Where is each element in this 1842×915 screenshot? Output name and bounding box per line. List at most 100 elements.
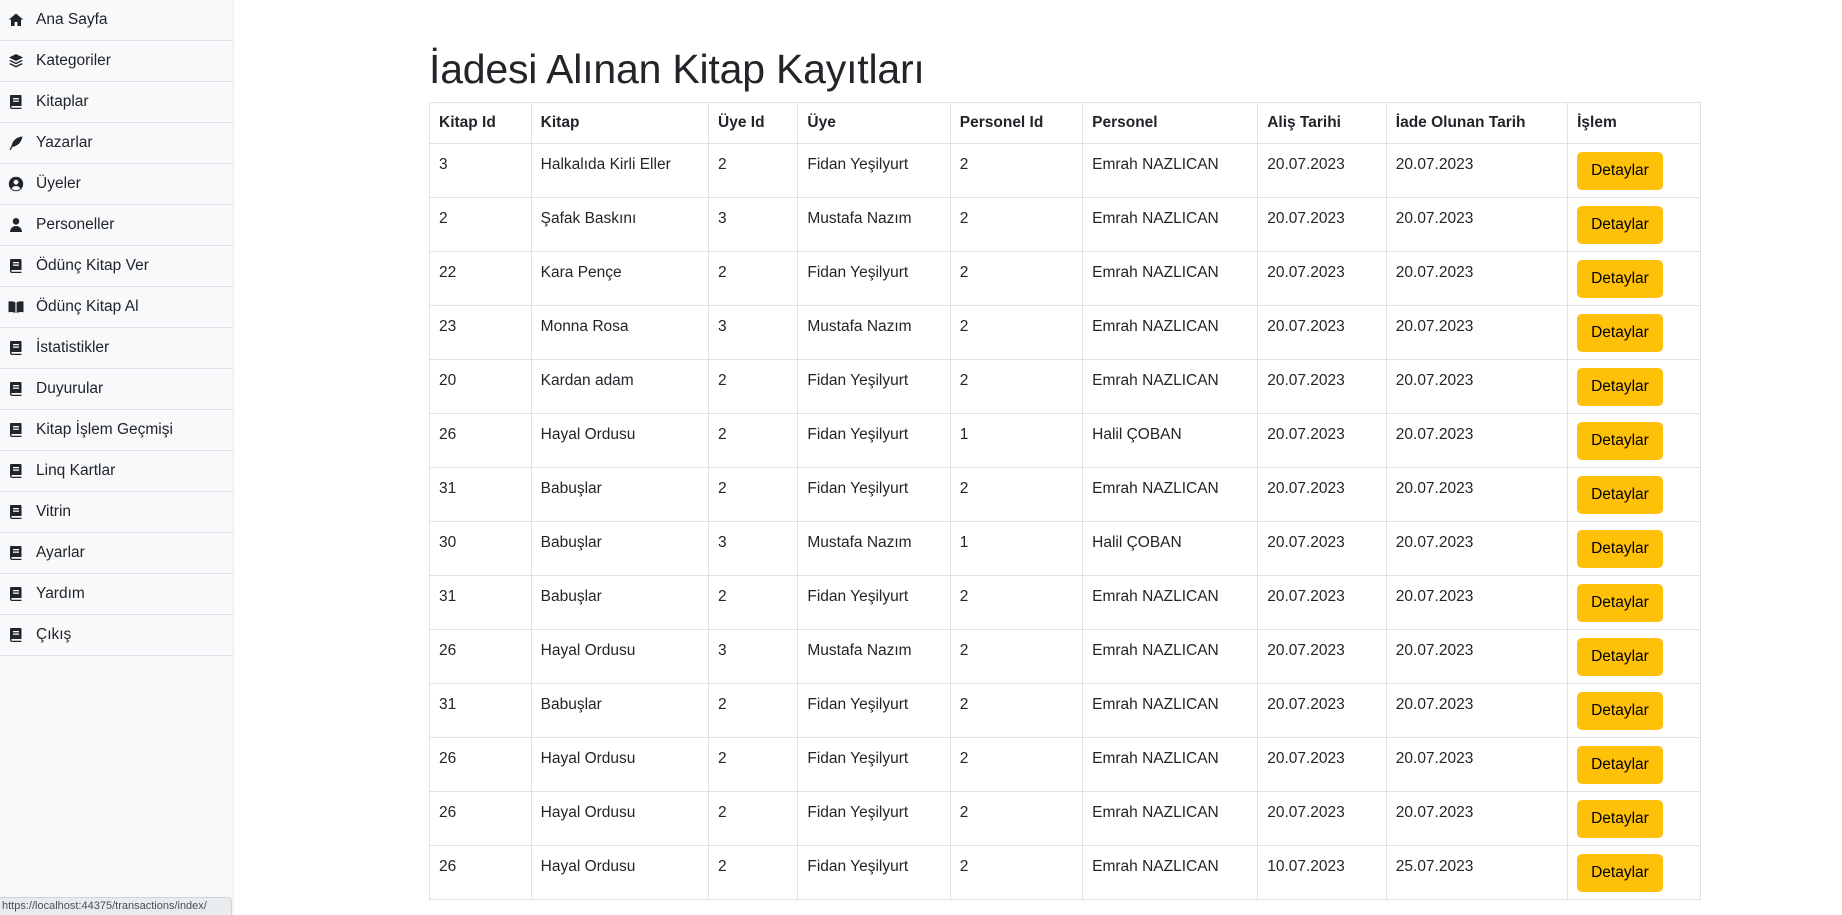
table-cell: 2 [949,575,1084,630]
table-cell: Hayal Ordusu [530,845,710,900]
table-cell: Halil ÇOBAN [1082,521,1259,576]
details-button[interactable]: Detaylar [1577,206,1663,244]
details-button[interactable]: Detaylar [1577,152,1663,190]
table-cell: 10.07.2023 [1257,845,1387,900]
sidebar-item-7[interactable]: Ödünç Kitap Al [0,287,233,328]
action-cell: Detaylar [1567,305,1701,360]
sidebar: Ana Sayfa Kategoriler Kitaplar Yazarlar Üyel… [0,0,234,915]
table-cell: 20.07.2023 [1385,467,1569,522]
table-cell: 2 [708,143,799,198]
table-cell: 20.07.2023 [1385,683,1569,738]
sidebar-item-8[interactable]: İstatistikler [0,328,233,369]
table-cell: 2 [949,629,1084,684]
table-cell: 2 [708,359,799,414]
details-button[interactable]: Detaylar [1577,530,1663,568]
sidebar-item-1[interactable]: Kategoriler [0,41,233,82]
table-cell: 2 [949,143,1084,198]
table-cell: 1 [949,413,1084,468]
details-button[interactable]: Detaylar [1577,854,1663,892]
table-cell: 2 [949,683,1084,738]
book-icon [8,463,24,479]
sidebar-item-label: İstatistikler [36,339,110,356]
sidebar-item-label: Ödünç Kitap Ver [36,257,149,274]
table-cell: Fidan Yeşilyurt [797,143,951,198]
details-button[interactable]: Detaylar [1577,746,1663,784]
action-cell: Detaylar [1567,737,1701,792]
table-cell: Emrah NAZLICAN [1082,251,1259,306]
sidebar-item-11[interactable]: Linq Kartlar [0,451,233,492]
sidebar-item-label: Yardım [36,585,85,602]
user-icon [8,217,24,233]
table-cell: 2 [708,791,799,846]
table-cell: Babuşlar [530,683,710,738]
table-cell: 26 [429,845,532,900]
book-open-icon [8,299,24,315]
table-cell: 2 [708,467,799,522]
sidebar-item-label: Kategoriler [36,52,111,69]
column-header: Personel Id [949,102,1084,144]
table-cell: Emrah NAZLICAN [1082,845,1259,900]
table-row: 30 Babuşlar 3 Mustafa Nazım 1 Halil ÇOBAN 20.0… [429,521,1701,576]
details-button[interactable]: Detaylar [1577,260,1663,298]
book-icon [8,627,24,643]
book-icon [8,94,24,110]
book-icon [8,340,24,356]
table-cell: 3 [429,143,532,198]
column-header: İade Olunan Tarih [1385,102,1569,144]
details-button[interactable]: Detaylar [1577,800,1663,838]
details-button[interactable]: Detaylar [1577,584,1663,622]
sidebar-item-3[interactable]: Yazarlar [0,123,233,164]
table-row: 31 Babuşlar 2 Fidan Yeşilyurt 2 Emrah NAZLICA… [429,575,1701,630]
sidebar-item-14[interactable]: Yardım [0,574,233,615]
sidebar-item-5[interactable]: Personeller [0,205,233,246]
table-cell: 20.07.2023 [1257,359,1387,414]
sidebar-item-label: Kitap İşlem Geçmişi [36,421,173,438]
table-cell: 20.07.2023 [1385,251,1569,306]
sidebar-item-6[interactable]: Ödünç Kitap Ver [0,246,233,287]
details-button[interactable]: Detaylar [1577,692,1663,730]
sidebar-item-13[interactable]: Ayarlar [0,533,233,574]
feather-icon [8,135,24,151]
table-cell: Babuşlar [530,521,710,576]
table-cell: Şafak Baskını [530,197,710,252]
sidebar-nav: Ana Sayfa Kategoriler Kitaplar Yazarlar Üyel… [0,0,233,656]
sidebar-item-10[interactable]: Kitap İşlem Geçmişi [0,410,233,451]
table-cell: 20.07.2023 [1385,791,1569,846]
sidebar-item-9[interactable]: Duyurular [0,369,233,410]
table-cell: 20.07.2023 [1257,251,1387,306]
book-icon [8,504,24,520]
details-button[interactable]: Detaylar [1577,314,1663,352]
table-cell: 2 [949,197,1084,252]
sidebar-item-2[interactable]: Kitaplar [0,82,233,123]
table-cell: 20.07.2023 [1257,143,1387,198]
table-cell: Mustafa Nazım [797,521,951,576]
table-cell: 20.07.2023 [1385,737,1569,792]
table-cell: Hayal Ordusu [530,791,710,846]
sidebar-item-4[interactable]: Üyeler [0,164,233,205]
table-header-row: Kitap Id Kitap Üye Id Üye Personel Id Persone… [429,102,1701,144]
details-button[interactable]: Detaylar [1577,368,1663,406]
table-cell: Fidan Yeşilyurt [797,467,951,522]
table-cell: 26 [429,413,532,468]
table-cell: Emrah NAZLICAN [1082,359,1259,414]
table-cell: Fidan Yeşilyurt [797,359,951,414]
sidebar-item-15[interactable]: Çıkış [0,615,233,656]
sidebar-item-12[interactable]: Vitrin [0,492,233,533]
sidebar-item-0[interactable]: Ana Sayfa [0,0,233,41]
table-cell: 3 [708,629,799,684]
action-cell: Detaylar [1567,575,1701,630]
table-cell: Mustafa Nazım [797,197,951,252]
column-header: Aliş Tarihi [1257,102,1387,144]
details-button[interactable]: Detaylar [1577,476,1663,514]
table-cell: Mustafa Nazım [797,305,951,360]
page-title: İadesi Alınan Kitap Kayıtları [429,46,925,92]
table-cell: 20.07.2023 [1385,197,1569,252]
table-cell: 20.07.2023 [1257,521,1387,576]
table-cell: 30 [429,521,532,576]
table-cell: 20.07.2023 [1257,413,1387,468]
sidebar-item-label: Duyurular [36,380,104,397]
details-button[interactable]: Detaylar [1577,422,1663,460]
table-cell: 3 [708,197,799,252]
details-button[interactable]: Detaylar [1577,638,1663,676]
table-cell: 3 [708,305,799,360]
